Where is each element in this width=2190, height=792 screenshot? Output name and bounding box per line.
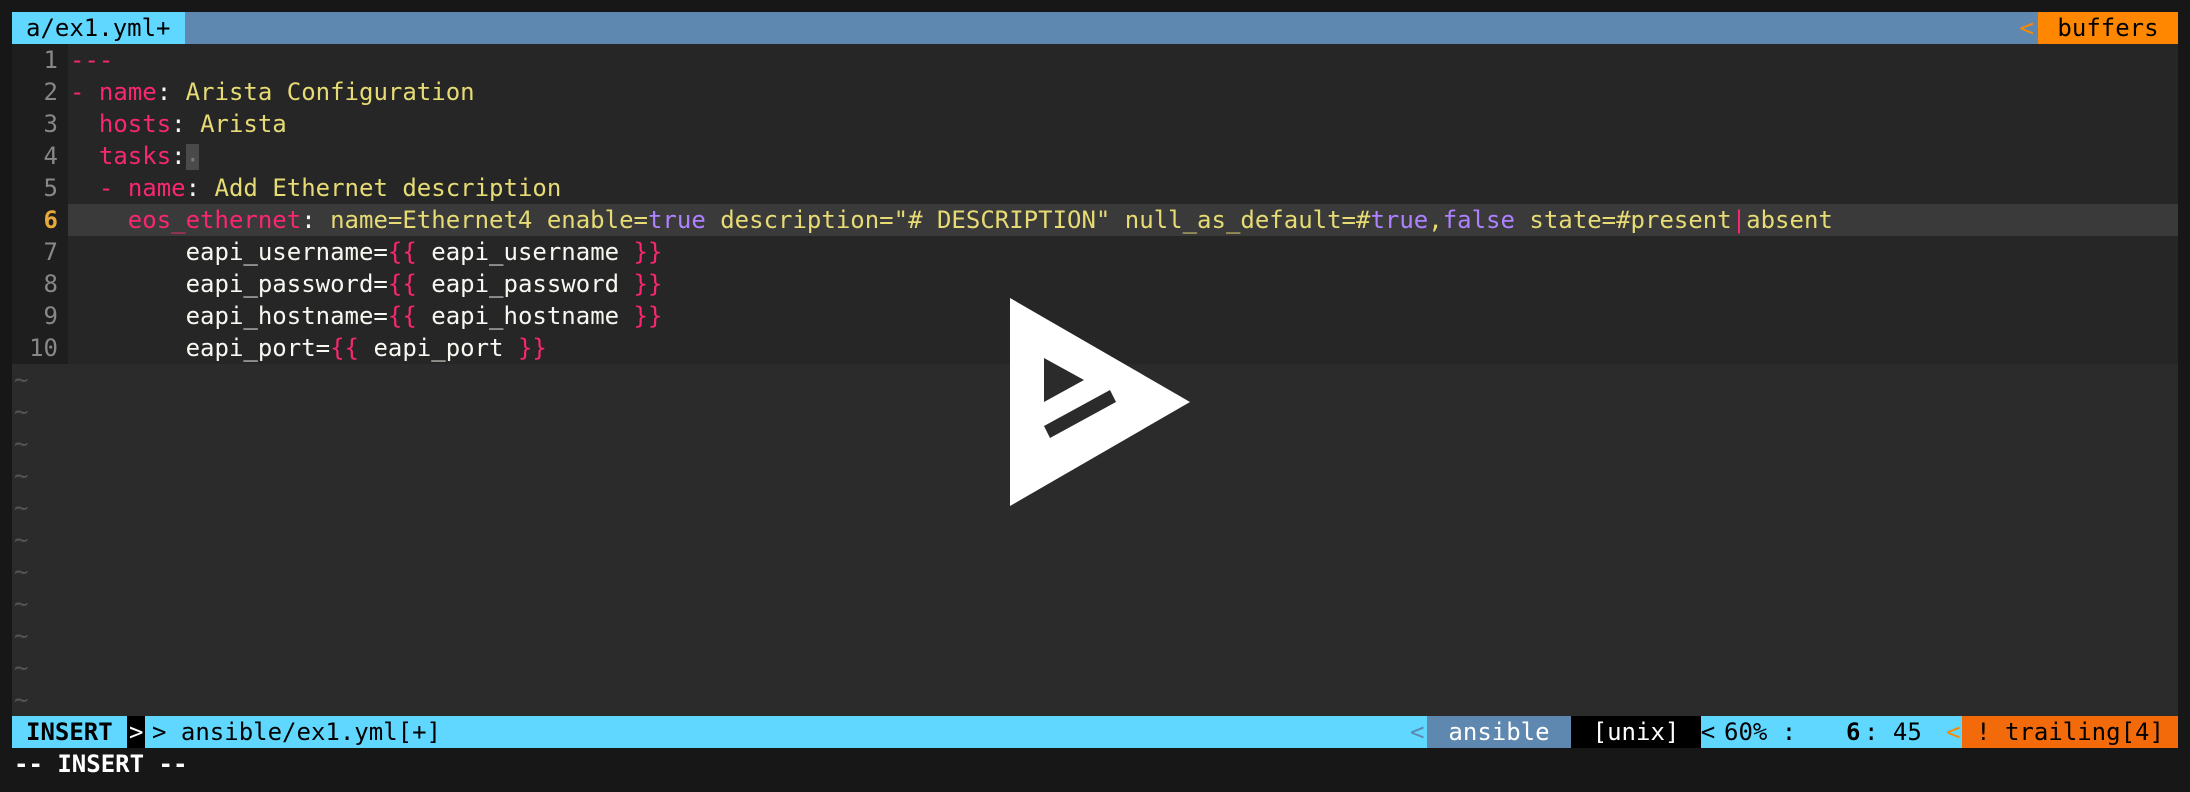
code-line[interactable]: 5 - name: Add Ethernet description [12,172,2178,204]
empty-line-marker: ~ [14,590,29,618]
empty-line-marker: ~ [14,654,29,682]
doc-start: --- [70,46,114,74]
empty-line-marker: ~ [14,622,29,650]
line-number: 4 [12,140,68,172]
statusline: INSERT > > ansible/ex1.yml[+] < ansible … [12,716,2178,748]
code-line[interactable]: 8 eapi_password={{ eapi_password }} [12,268,2178,300]
empty-line-marker: ~ [14,526,29,554]
yaml-key: hosts [98,110,172,138]
line-number: 1 [12,44,68,76]
cursor-column: : 45 [1864,718,1922,746]
line-number: 5 [12,172,68,204]
empty-line-marker: ~ [14,686,29,714]
status-separator: < [1946,718,1961,746]
empty-line-marker: ~ [14,558,29,586]
status-arrow: > [127,716,146,748]
yaml-value: Arista Configuration [185,78,475,106]
file-path: > ansible/ex1.yml[+] [152,718,441,746]
current-line[interactable]: 6 eos_ethernet: name=Ethernet4 enable=tr… [12,204,2178,236]
yaml-key: name [98,78,157,106]
code-line[interactable]: 2 - name: Arista Configuration [12,76,2178,108]
mode-indicator: INSERT [12,716,127,748]
line-number: 7 [12,236,68,268]
line-number: 3 [12,108,68,140]
play-icon[interactable] [1010,298,1190,506]
code-line[interactable]: 4 tasks:· [12,140,2178,174]
yaml-key: name [127,174,186,202]
code-line[interactable]: 3 hosts: Arista [12,108,2178,140]
filetype-label: ansible [1427,716,1571,748]
tabline-separator: < [2019,14,2034,42]
status-separator: < [1410,718,1425,746]
code-line[interactable]: 7 eapi_username={{ eapi_username }} [12,236,2178,268]
yaml-key: eos_ethernet [127,206,302,234]
code-line[interactable]: 1 --- [12,44,2178,76]
yaml-value: Arista [200,110,287,138]
trailing-whitespace-warning: ! trailing[4] [1962,716,2178,748]
buffers-label[interactable]: buffers [2038,12,2178,44]
command-line[interactable]: -- INSERT -- [12,748,2178,780]
insert-cursor: | [1731,206,1747,234]
text-cursor: · [185,144,201,174]
tabline: a/ex1.yml+ < buffers [12,12,2178,44]
status-separator: < [1700,718,1716,746]
fileformat-label: [unix] [1571,716,1701,748]
yaml-key: tasks [98,142,172,170]
tab-ex1-yml[interactable]: a/ex1.yml+ [12,12,185,44]
line-number: 8 [12,268,68,300]
cursor-line: 6 [1846,718,1861,746]
yaml-value: Add Ethernet description [214,174,562,202]
line-number: 2 [12,76,68,108]
line-number: 10 [12,332,68,364]
scroll-percent: 60% : [1724,718,1797,746]
line-number: 6 [12,204,68,236]
terminal-window: a/ex1.yml+ < buffers 1 --- 2 - name: Ari… [12,12,2178,780]
line-number: 9 [12,300,68,332]
